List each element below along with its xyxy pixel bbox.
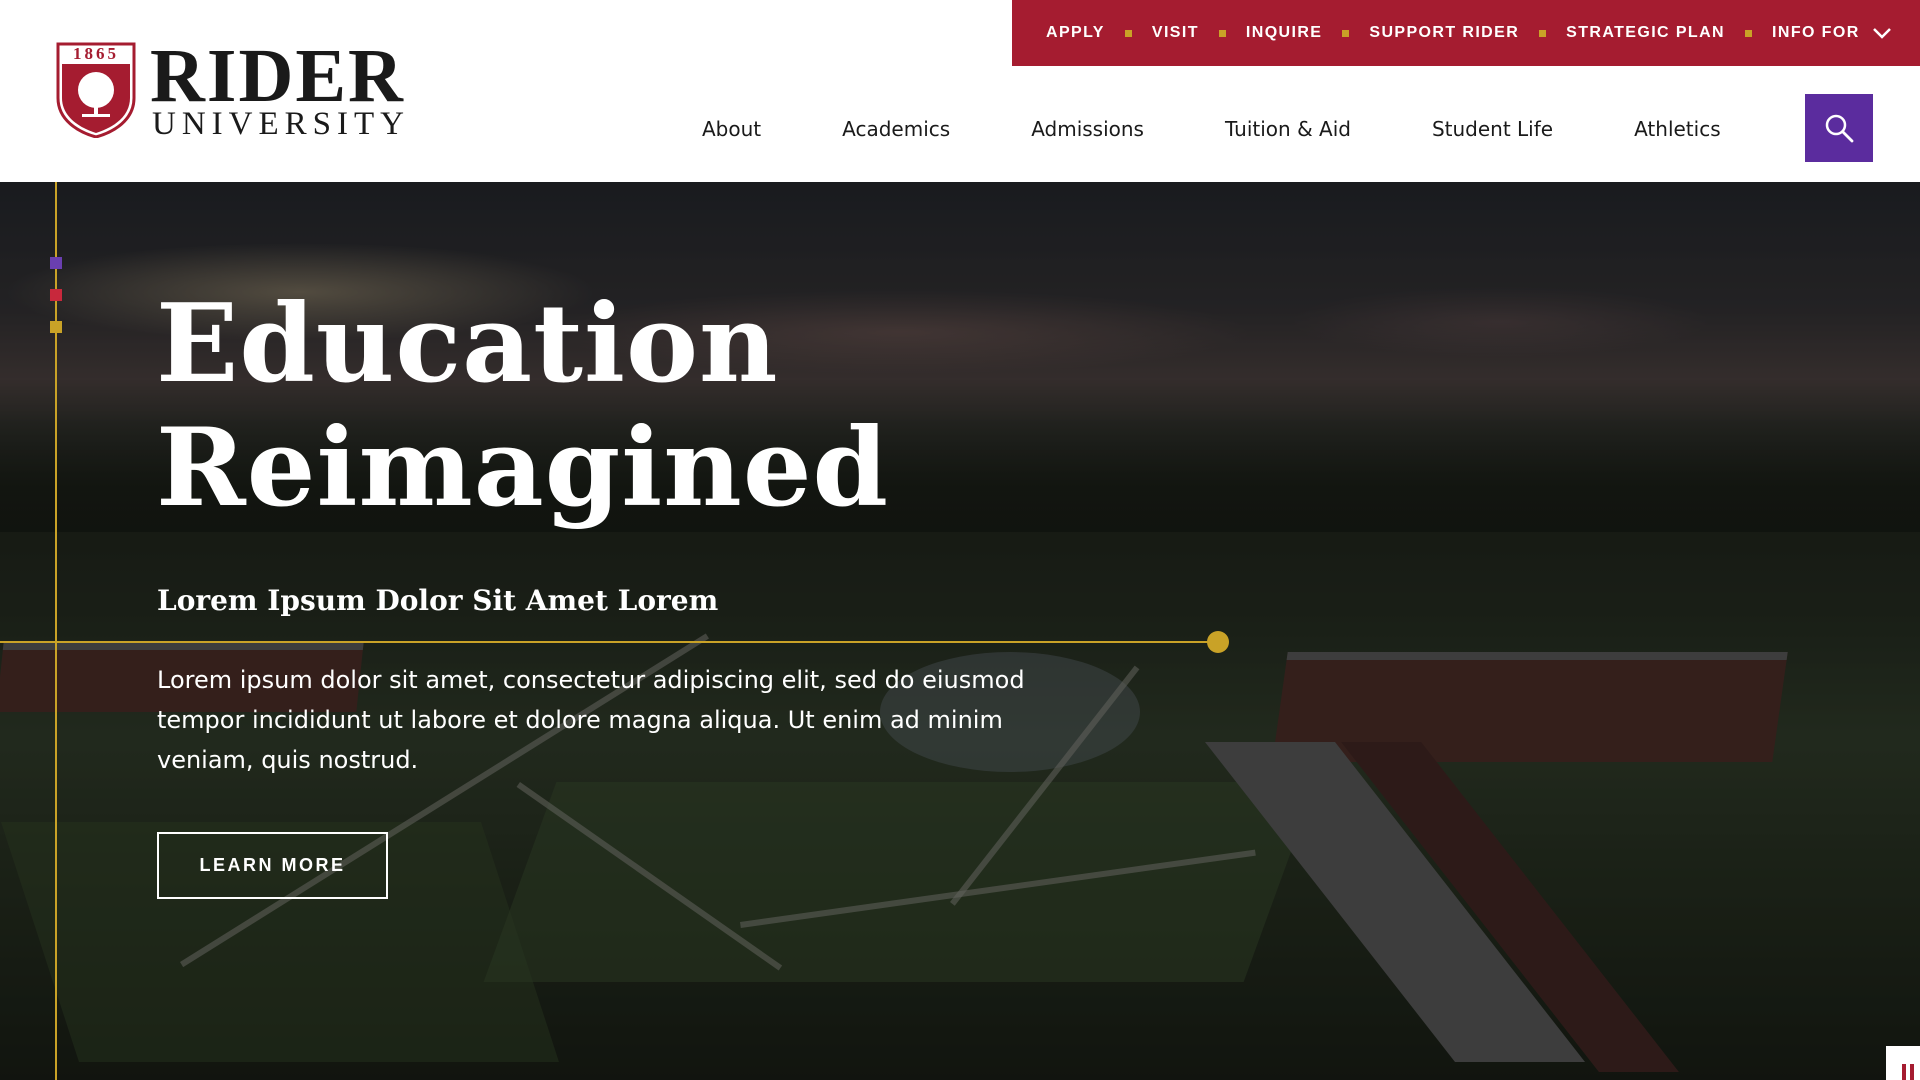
decorative-square-gold <box>50 321 62 333</box>
site-header: 1865 RIDER UNIVERSITY APPLY VISIT INQUIR… <box>0 0 1920 182</box>
utility-separator <box>1218 29 1226 37</box>
decorative-square-red <box>50 289 62 301</box>
utility-link-apply[interactable]: APPLY <box>1046 24 1105 42</box>
hero-section: Education Reimagined Lorem Ipsum Dolor S… <box>0 182 1920 1080</box>
decorative-vertical-line <box>55 182 57 1080</box>
utility-nav: APPLY VISIT INQUIRE SUPPORT RIDER STRATE… <box>1012 0 1920 66</box>
decorative-square-purple <box>50 257 62 269</box>
search-button[interactable] <box>1805 94 1873 162</box>
decorative-dot <box>1207 631 1229 653</box>
nav-item-student-life[interactable]: Student Life <box>1432 112 1553 146</box>
utility-separator <box>1539 29 1547 37</box>
logo-subtitle: UNIVERSITY <box>152 106 410 142</box>
main-nav: About Academics Admissions Tuition & Aid… <box>702 112 1721 146</box>
nav-item-admissions[interactable]: Admissions <box>1031 112 1144 146</box>
chevron-down-icon <box>1872 28 1891 39</box>
logo-wordmark: RIDER <box>150 34 405 118</box>
utility-link-strategic-plan[interactable]: STRATEGIC PLAN <box>1566 24 1725 42</box>
nav-item-tuition-aid[interactable]: Tuition & Aid <box>1225 112 1351 146</box>
nav-item-about[interactable]: About <box>702 112 761 146</box>
learn-more-button[interactable]: LEARN MORE <box>157 832 388 899</box>
rider-university-logo[interactable]: 1865 RIDER UNIVERSITY <box>56 38 416 142</box>
info-for-label: INFO FOR <box>1772 24 1860 41</box>
hero-body-text: Lorem ipsum dolor sit amet, consectetur … <box>157 666 1025 774</box>
nav-item-academics[interactable]: Academics <box>842 112 950 146</box>
hero-title: Education Reimagined <box>156 281 890 531</box>
utility-link-inquire[interactable]: INQUIRE <box>1246 24 1322 42</box>
utility-link-support-rider[interactable]: SUPPORT RIDER <box>1369 24 1519 42</box>
logo-year: 1865 <box>73 44 119 63</box>
utility-separator <box>1342 29 1350 37</box>
pause-icon[interactable] <box>1886 1046 1920 1080</box>
utility-link-visit[interactable]: VISIT <box>1152 24 1199 42</box>
decorative-horizontal-line <box>0 641 1218 643</box>
info-for-dropdown[interactable]: INFO FOR <box>1772 24 1892 42</box>
nav-item-athletics[interactable]: Athletics <box>1634 112 1721 146</box>
utility-separator <box>1745 29 1753 37</box>
hero-subtitle: Lorem Ipsum Dolor Sit Amet Lorem <box>157 584 719 617</box>
search-icon <box>1825 114 1854 143</box>
utility-separator <box>1124 29 1132 37</box>
